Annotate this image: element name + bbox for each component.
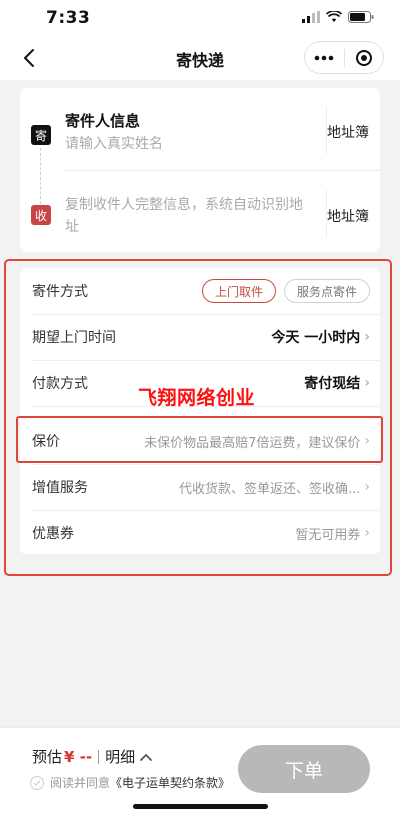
- bottom-bar: 预估 ¥ -- 明细 阅读并同意 《电子运单契约条款》 下单: [0, 727, 400, 813]
- estimate-label: 预估: [32, 748, 63, 766]
- detail-toggle[interactable]: 明细: [105, 746, 153, 767]
- status-bar: 7:33: [0, 0, 400, 36]
- insurance-hint: 未保价物品最高赔7倍运费，建议保价 ›: [144, 432, 370, 451]
- insurance-row[interactable]: 保价 未保价物品最高赔7倍运费，建议保价 ›: [20, 418, 380, 464]
- address-divider: [65, 170, 380, 171]
- wifi-icon: [326, 11, 342, 22]
- value-added-label: 增值服务: [32, 480, 88, 496]
- agreement-checkbox[interactable]: [30, 775, 44, 790]
- service-point-option[interactable]: 服务点寄件: [283, 279, 370, 303]
- shipping-method-choices: 上门取件 服务点寄件: [201, 279, 370, 303]
- target-circle-icon: [355, 49, 372, 66]
- options-card: 寄件方式 上门取件 服务点寄件 期望上门时间 今天 一小时内 › 付款方式 寄付…: [20, 268, 380, 554]
- agreement-text: 阅读并同意: [50, 776, 111, 790]
- pickup-option[interactable]: 上门取件: [201, 279, 276, 303]
- value-added-hint-text: 代收货款、签单返还、签收确...: [178, 481, 361, 497]
- payment-method-text: 寄付现结: [304, 376, 361, 392]
- chevron-right-icon: ›: [364, 479, 370, 495]
- receiver-badge: 收: [31, 205, 51, 225]
- payment-method-label: 付款方式: [32, 376, 88, 392]
- sender-name-placeholder[interactable]: 请输入真实姓名: [65, 133, 163, 153]
- pickup-time-text: 今天 一小时内: [271, 330, 361, 346]
- sender-badge: 寄: [31, 125, 51, 145]
- detail-label: 明细: [105, 748, 136, 766]
- estimate-area: 预估 ¥ -- 明细: [32, 746, 153, 767]
- battery-icon: [348, 11, 374, 23]
- miniprogram-capsule: [304, 41, 384, 74]
- value-added-row[interactable]: 增值服务 代收货款、签单返还、签收确... ›: [20, 464, 380, 510]
- signal-icon: [302, 11, 320, 23]
- sender-row[interactable]: 寄 寄件人信息 请输入真实姓名 地址簿: [20, 88, 380, 168]
- chevron-right-icon: ›: [364, 433, 370, 449]
- close-miniprogram-button[interactable]: [344, 42, 383, 73]
- receiver-row[interactable]: 收 复制收件人完整信息，系统自动识别地址 地址簿: [20, 172, 380, 252]
- watermark-text: 飞翔网络创业: [138, 387, 256, 409]
- address-card: 寄 寄件人信息 请输入真实姓名 地址簿 收 复制收件人完整信息，系统自动识别地址…: [20, 88, 380, 252]
- chevron-right-icon: ›: [364, 329, 370, 345]
- nav-bar: 寄快递: [0, 36, 400, 80]
- more-button[interactable]: [305, 42, 344, 73]
- sender-address-book-button[interactable]: 地址簿: [327, 122, 369, 142]
- estimate-price: ¥ --: [64, 747, 93, 766]
- more-dots-icon: [314, 55, 334, 60]
- insurance-hint-text: 未保价物品最高赔7倍运费，建议保价: [144, 435, 361, 451]
- coupon-hint-text: 暂无可用券: [295, 527, 361, 543]
- coupon-hint: 暂无可用券 ›: [295, 524, 370, 543]
- chevron-right-icon: ›: [364, 525, 370, 541]
- shipping-method-row: 寄件方式 上门取件 服务点寄件: [20, 268, 380, 314]
- agreement-row: 阅读并同意 《电子运单契约条款》: [30, 774, 230, 791]
- contract-terms-link[interactable]: 《电子运单契约条款》: [110, 774, 230, 791]
- estimate-separator: [98, 749, 100, 764]
- pickup-time-label: 期望上门时间: [32, 330, 116, 346]
- pickup-time-row[interactable]: 期望上门时间 今天 一小时内 ›: [20, 314, 380, 360]
- home-indicator: [133, 804, 268, 809]
- shipping-method-label: 寄件方式: [32, 284, 88, 300]
- check-icon: [33, 780, 41, 786]
- place-order-button[interactable]: 下单: [238, 745, 370, 793]
- status-icons: [302, 11, 374, 23]
- status-time: 7:33: [46, 8, 91, 28]
- chevron-up-icon: [140, 753, 153, 761]
- receiver-address-book-button[interactable]: 地址簿: [327, 206, 369, 226]
- value-added-hint: 代收货款、签单返还、签收确... ›: [179, 478, 370, 497]
- coupon-label: 优惠券: [32, 526, 74, 542]
- payment-method-value: 寄付现结 ›: [304, 373, 370, 393]
- receiver-paste-hint[interactable]: 复制收件人完整信息，系统自动识别地址: [65, 194, 315, 238]
- insurance-label: 保价: [32, 434, 60, 450]
- chevron-right-icon: ›: [364, 375, 370, 391]
- sender-title: 寄件人信息: [65, 112, 141, 130]
- pickup-time-value: 今天 一小时内 ›: [271, 327, 370, 347]
- coupon-row[interactable]: 优惠券 暂无可用券 ›: [20, 510, 380, 556]
